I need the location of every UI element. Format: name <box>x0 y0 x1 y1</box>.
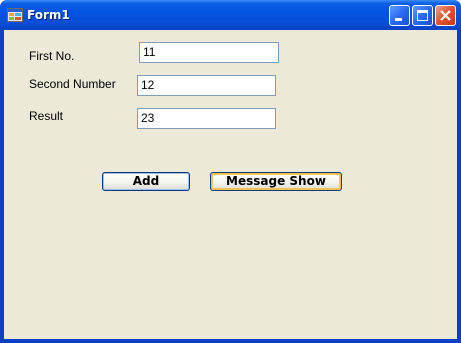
form-icon[interactable] <box>7 7 23 23</box>
maximize-button[interactable] <box>412 5 433 26</box>
title-bar[interactable]: Form1 <box>0 0 461 30</box>
first-number-label: First No. <box>29 49 75 63</box>
maximize-icon <box>417 10 428 21</box>
add-button[interactable]: Add <box>102 172 190 191</box>
second-number-input[interactable]: 12 <box>137 75 276 96</box>
form-client-area: First No. 11 Second Number 12 Result 23 … <box>4 30 457 339</box>
message-show-button[interactable]: Message Show <box>210 172 342 191</box>
minimize-icon <box>395 18 402 21</box>
result-input[interactable]: 23 <box>137 108 276 129</box>
close-button[interactable] <box>435 5 456 26</box>
result-label: Result <box>29 109 64 123</box>
form-window: Form1 First No. 11 Second Number 12 Resu… <box>0 0 461 343</box>
first-number-input[interactable]: 11 <box>139 42 279 63</box>
minimize-button[interactable] <box>389 5 410 26</box>
close-icon <box>440 10 451 21</box>
second-number-label: Second Number <box>29 77 116 91</box>
window-title: Form1 <box>27 8 70 22</box>
